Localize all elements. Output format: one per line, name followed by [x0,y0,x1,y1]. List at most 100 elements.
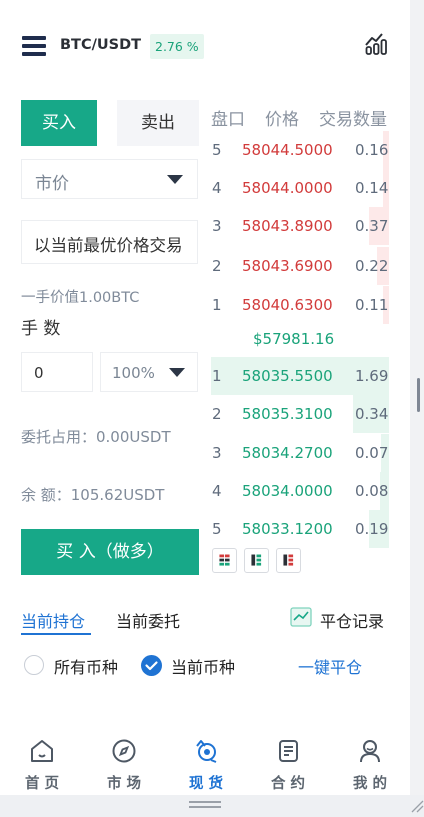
ask-row[interactable]: 2 58043.6900 0.22 [211,247,389,285]
bid-level: 5 [212,520,222,538]
ask-level: 5 [212,141,222,159]
ask-row[interactable]: 5 58044.5000 0.16 [211,131,389,169]
bid-amount: 0.07 [355,444,389,462]
price-input[interactable]: 以当前最优价格交易 [21,220,198,264]
ask-level: 2 [212,257,222,275]
bid-row[interactable]: 1 58035.5500 1.69 [211,357,389,395]
close-history-link[interactable]: 平仓记录 [320,608,384,632]
tab-label: 市 场 [106,776,142,792]
bid-amount: 0.19 [355,520,389,538]
bid-amount: 1.69 [355,367,389,385]
radio-current-coin-checked[interactable] [141,655,162,676]
ask-amount: 0.14 [355,179,389,197]
history-chart-icon[interactable] [290,607,312,627]
header: BTC/USDT 2.76 % [0,0,410,90]
contract-icon [279,740,298,762]
bid-row[interactable]: 5 58033.1200 0.19 [211,510,389,548]
margin-used: 委托占用：0.00USDT [21,428,171,446]
tab-spot[interactable]: 现 货 [170,730,240,795]
ask-row[interactable]: 1 58040.6300 0.11 [211,286,389,324]
spot-exchange-icon [196,740,217,763]
ask-row[interactable]: 3 58043.8900 0.37 [211,207,389,245]
ask-level: 3 [212,217,222,235]
close-all-button[interactable]: 一键平仓 [298,654,362,678]
bid-amount: 0.34 [355,405,389,423]
sell-tab[interactable]: 卖出 [117,100,199,146]
bid-price: 58034.0000 [242,482,333,500]
change-badge: 2.76 % [150,34,204,59]
ask-level: 4 [212,179,222,197]
orderbook-header-price: 价格 [265,110,299,130]
buy-long-button[interactable]: 买 入（做多） [21,529,199,575]
tab-current-positions[interactable]: 当前持仓 [21,608,85,632]
tab-profile[interactable]: 我 的 [334,730,404,795]
bid-price: 58035.5500 [242,367,333,385]
tab-label: 合 约 [270,776,306,792]
bid-price: 58034.2700 [242,444,333,462]
tab-contract[interactable]: 合 约 [252,730,322,795]
bid-level: 3 [212,444,222,462]
order-type-value: 市价 [35,174,69,194]
orderbook-header-level: 盘口 [211,110,245,130]
compass-icon [112,739,136,763]
radio-label[interactable]: 当前币种 [171,654,235,678]
ask-amount: 0.22 [355,257,389,275]
trading-screen: BTC/USDT 2.76 % 买入 卖出 市价 以当前最优价格交易 一手价值1… [0,0,410,795]
balance: 余 额：105.62USDT [21,486,165,504]
tab-market[interactable]: 市 场 [88,730,158,795]
bid-amount: 0.08 [355,482,389,500]
drag-handle-line [189,801,221,803]
scrollbar-grip[interactable] [417,378,420,412]
tab-underline [21,633,91,635]
tab-home[interactable]: 首 页 [6,730,76,795]
lot-value: 一手价值1.00BTC [21,290,140,306]
ask-amount: 0.37 [355,217,389,235]
home-icon [31,740,53,762]
quantity-input[interactable]: 0 [21,352,93,392]
percent-value: 100% [112,364,155,382]
caret-down-icon [167,175,183,184]
quantity-value: 0 [34,364,44,382]
last-price: $57981.16 [253,330,335,348]
bid-row[interactable]: 2 58035.3100 0.34 [211,395,389,433]
bid-level: 4 [212,482,222,500]
menu-icon[interactable] [22,36,46,56]
ask-level: 1 [212,296,222,314]
ask-amount: 0.16 [355,141,389,159]
view-bids-icon[interactable] [244,548,269,573]
ask-price: 58044.0000 [242,179,333,197]
bottom-tabbar: 首 页 市 场 现 货 合 约 我 的 [0,730,410,795]
radio-all-coins[interactable] [24,655,44,675]
tab-current-orders[interactable]: 当前委托 [116,608,180,632]
profile-icon [360,740,380,763]
caret-down-icon [169,368,185,377]
quantity-label: 手 数 [21,319,61,339]
bid-row[interactable]: 3 58034.2700 0.07 [211,434,389,472]
drag-handle-line [189,806,221,808]
bid-level: 1 [212,367,222,385]
ask-price: 58044.5000 [242,141,333,159]
ask-row[interactable]: 4 58044.0000 0.14 [211,169,389,207]
view-both-icon[interactable] [212,548,237,573]
price-input-value: 以当前最优价格交易 [34,236,183,255]
bid-price: 58035.3100 [242,405,333,423]
chart-icon[interactable] [364,31,388,55]
bid-level: 2 [212,405,222,423]
bid-row[interactable]: 4 58034.0000 0.08 [211,472,389,510]
ask-price: 58043.8900 [242,217,333,235]
bottom-drag-strip[interactable] [0,795,424,817]
orderbook-header-amount: 交易数量 [319,110,387,130]
buy-tab[interactable]: 买入 [21,100,97,146]
resize-corner-icon[interactable] [410,799,424,813]
view-asks-icon[interactable] [276,548,301,573]
tab-label: 首 页 [24,776,60,792]
order-type-select[interactable]: 市价 [21,159,198,199]
trading-pair[interactable]: BTC/USDT [60,37,141,53]
tab-label: 现 货 [188,776,224,792]
bid-price: 58033.1200 [242,520,333,538]
tab-label: 我 的 [352,776,388,792]
radio-label[interactable]: 所有币种 [54,654,118,678]
percent-select[interactable]: 100% [100,352,198,392]
ask-price: 58043.6900 [242,257,333,275]
ask-amount: 0.11 [355,296,389,314]
